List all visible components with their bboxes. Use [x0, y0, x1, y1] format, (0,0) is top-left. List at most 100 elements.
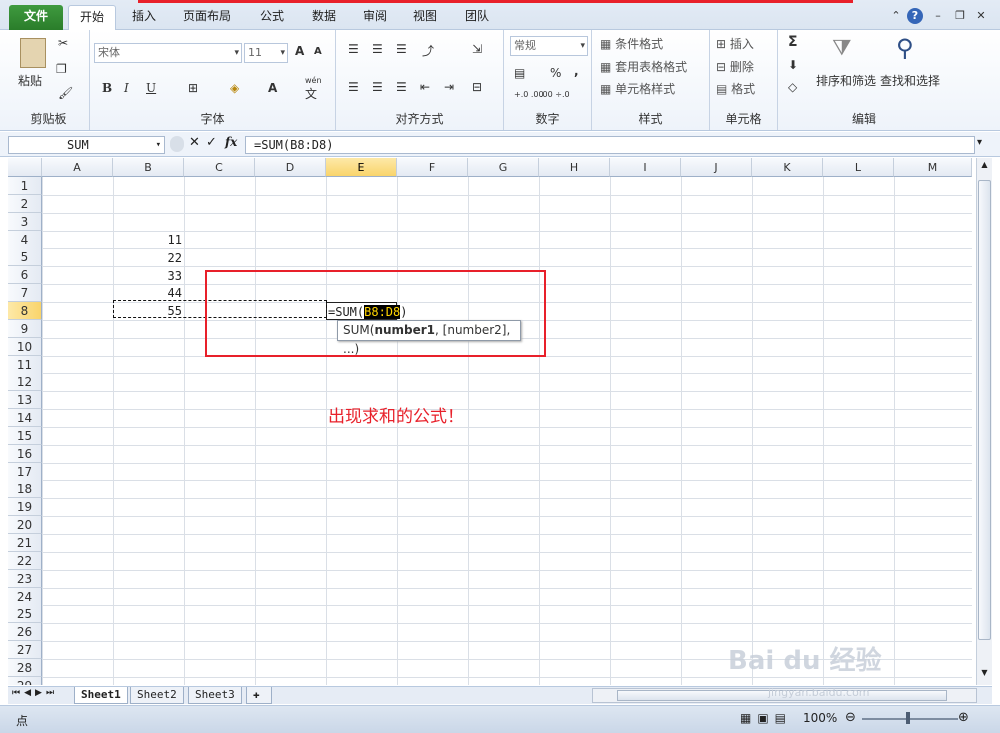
copy-icon[interactable]: ❐	[56, 62, 67, 76]
orientation-icon[interactable]: ⤴	[422, 42, 434, 59]
column-header[interactable]: G	[468, 158, 539, 177]
insert-cells-button[interactable]: ⊞ 插入	[716, 35, 754, 52]
font-color-icon[interactable]: A	[268, 81, 277, 95]
align-top-icon[interactable]: ☰	[348, 42, 359, 56]
zoom-in-icon[interactable]: ⊕	[958, 710, 969, 725]
sort-filter-icon[interactable]: ⧩	[832, 36, 852, 61]
column-header[interactable]: I	[610, 158, 681, 177]
grow-font-icon[interactable]: A	[295, 44, 304, 58]
row-header[interactable]: 27	[8, 641, 42, 660]
cell-b4[interactable]: 11	[113, 231, 182, 249]
align-center-icon[interactable]: ☰	[372, 80, 383, 94]
format-painter-icon[interactable]: 🖌	[58, 86, 73, 100]
zoom-level[interactable]: 100%	[803, 711, 837, 725]
row-header[interactable]: 15	[8, 426, 42, 445]
delete-cells-button[interactable]: ⊟ 删除	[716, 58, 754, 75]
border-icon[interactable]: ⊞	[188, 81, 198, 95]
underline-button[interactable]: U	[146, 81, 156, 95]
italic-button[interactable]: I	[124, 81, 129, 95]
shrink-font-icon[interactable]: A	[314, 46, 322, 57]
column-header[interactable]: C	[184, 158, 255, 177]
align-right-icon[interactable]: ☰	[396, 80, 407, 94]
autosum-button[interactable]: Σ	[788, 34, 798, 50]
row-header[interactable]: 6	[8, 266, 42, 285]
row-header[interactable]: 17	[8, 462, 42, 481]
row-header[interactable]: 23	[8, 569, 42, 588]
clear-icon[interactable]: ◇	[788, 80, 797, 94]
align-bottom-icon[interactable]: ☰	[396, 42, 407, 56]
expand-formula-icon[interactable]: ▾	[977, 137, 982, 148]
row-header[interactable]: 9	[8, 319, 42, 338]
sort-filter-button[interactable]: 排序和筛选	[816, 72, 876, 89]
cell-b6[interactable]: 33	[113, 267, 182, 285]
worksheet-grid[interactable]: A B C D E F G H I J K L M 1 2 3 4 5 6 7 8 9 10 11 1…	[8, 158, 972, 685]
bold-button[interactable]: B	[102, 81, 112, 95]
close-icon[interactable]: ✕	[973, 8, 989, 24]
font-name-combo[interactable]: 宋体 ▾	[94, 43, 242, 63]
cell-style-button[interactable]: ▦ 单元格样式	[600, 80, 675, 97]
paste-icon[interactable]	[20, 38, 46, 68]
minimize-icon[interactable]: –	[930, 8, 946, 24]
paste-label[interactable]: 粘贴	[18, 72, 42, 89]
tab-data[interactable]: 数据	[304, 5, 344, 30]
row-header[interactable]: 1	[8, 177, 42, 195]
row-header[interactable]: 4	[8, 230, 42, 249]
column-header[interactable]: D	[255, 158, 326, 177]
row-header[interactable]: 28	[8, 658, 42, 677]
row-header[interactable]: 7	[8, 284, 42, 303]
column-header[interactable]: F	[397, 158, 468, 177]
row-header[interactable]: 29	[8, 676, 42, 685]
column-header[interactable]: A	[42, 158, 113, 177]
scroll-thumb[interactable]	[978, 180, 991, 640]
column-header[interactable]: B	[113, 158, 184, 177]
view-buttons[interactable]: ▦▣▤	[740, 711, 792, 725]
tab-team[interactable]: 团队	[457, 5, 497, 30]
column-header[interactable]: L	[823, 158, 894, 177]
column-header[interactable]: H	[539, 158, 610, 177]
select-all-corner[interactable]	[8, 158, 42, 177]
row-header[interactable]: 26	[8, 623, 42, 642]
insert-sheet-icon[interactable]: ✚	[246, 687, 272, 704]
vertical-scrollbar[interactable]: ▲ ▼	[976, 158, 992, 685]
tab-page-layout[interactable]: 页面布局	[176, 5, 238, 30]
row-header[interactable]: 24	[8, 587, 42, 606]
row-header[interactable]: 18	[8, 480, 42, 499]
zoom-slider[interactable]	[862, 718, 958, 720]
row-header[interactable]: 3	[8, 212, 42, 231]
currency-icon[interactable]: ▤	[514, 66, 525, 80]
find-binoculars-icon[interactable]: ⚲	[896, 34, 914, 62]
decrease-indent-icon[interactable]: ⇤	[420, 80, 430, 94]
phonetic-icon[interactable]: 文	[305, 85, 317, 102]
row-header[interactable]: 2	[8, 194, 42, 213]
row-header[interactable]: 21	[8, 534, 42, 552]
scroll-up-icon[interactable]: ▲	[978, 160, 991, 174]
column-header[interactable]: J	[681, 158, 752, 177]
zoom-out-icon[interactable]: ⊖	[845, 710, 856, 725]
font-size-combo[interactable]: 11 ▾	[244, 43, 288, 63]
sheet-tab[interactable]: Sheet3	[188, 687, 242, 704]
sheet-tab[interactable]: Sheet1	[74, 687, 128, 704]
tab-review[interactable]: 审阅	[355, 5, 395, 30]
insert-function-icon[interactable]: fx	[225, 135, 237, 149]
row-header[interactable]: 22	[8, 551, 42, 570]
formula-input[interactable]: =SUM(B8:D8)	[245, 136, 975, 154]
name-box[interactable]: SUM ▾	[8, 136, 165, 154]
row-header[interactable]: 12	[8, 373, 42, 392]
tab-home[interactable]: 开始	[68, 5, 116, 31]
tab-file[interactable]: 文件	[9, 5, 63, 30]
row-header[interactable]: 5	[8, 248, 42, 267]
sheet-tab[interactable]: Sheet2	[130, 687, 184, 704]
cell-b5[interactable]: 22	[113, 249, 182, 267]
minimize-ribbon-icon[interactable]: ⌃	[888, 8, 904, 24]
align-middle-icon[interactable]: ☰	[372, 42, 383, 56]
number-format-combo[interactable]: 常规 ▾	[510, 36, 588, 56]
merge-center-icon[interactable]: ⊟	[472, 80, 482, 94]
zoom-slider-thumb[interactable]	[906, 712, 910, 724]
column-header[interactable]: M	[894, 158, 972, 177]
phonetic-label[interactable]: wén	[305, 76, 322, 85]
tab-view[interactable]: 视图	[405, 5, 445, 30]
cancel-icon[interactable]: ✕	[189, 135, 200, 150]
formula-bar-handle[interactable]	[170, 136, 184, 152]
table-format-button[interactable]: ▦ 套用表格格式	[600, 58, 687, 75]
tab-insert[interactable]: 插入	[124, 5, 164, 30]
